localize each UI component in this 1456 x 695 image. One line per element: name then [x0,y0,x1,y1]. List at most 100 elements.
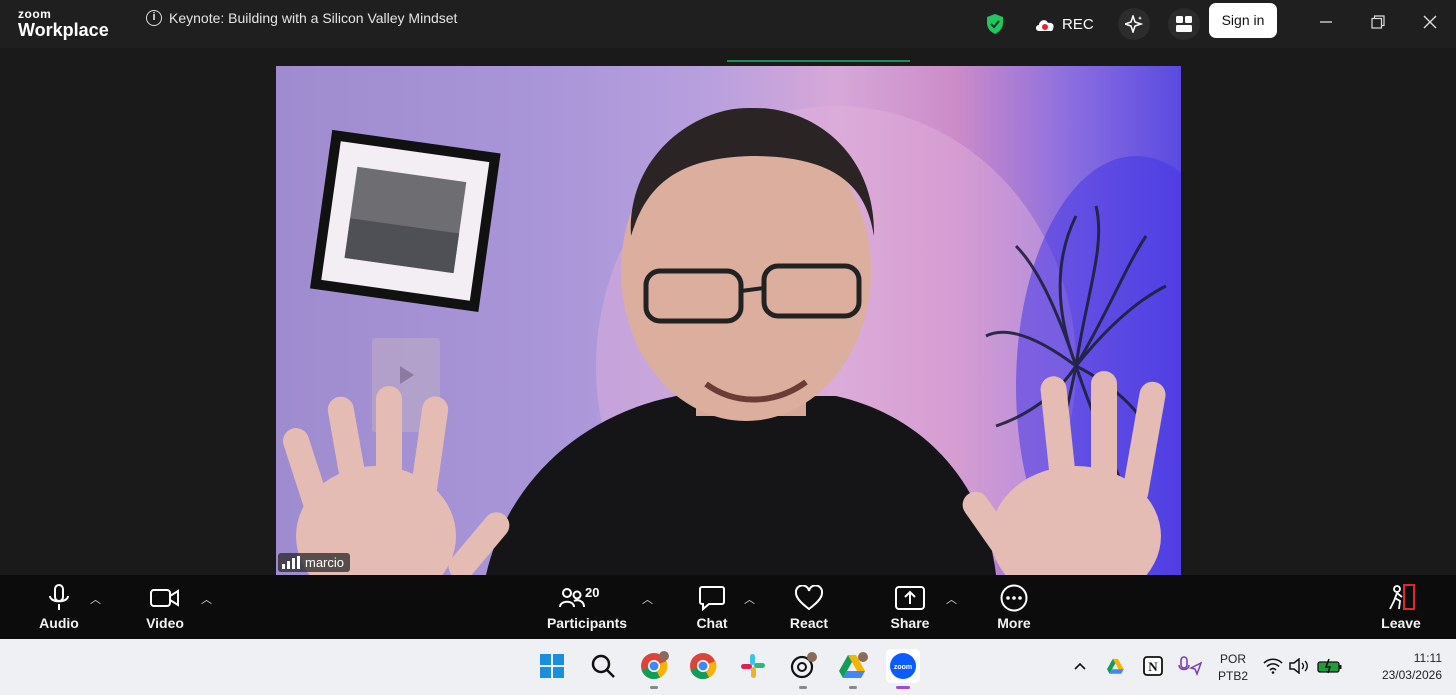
chevron-up-icon [1074,662,1086,670]
react-label: React [789,615,829,631]
quick-settings-tray[interactable] [1262,649,1344,683]
participant-name-tag: marcio [278,553,351,572]
taskbar-chrome-profile-2[interactable] [686,649,720,683]
language-code: POR [1219,652,1246,666]
participants-icon [559,588,585,608]
running-indicator [799,686,807,689]
more-button[interactable]: More [974,583,1054,631]
participant-video[interactable]: marcio [276,66,1181,575]
tray-notion[interactable]: N [1140,649,1166,683]
leave-door-icon [1386,583,1416,613]
restore-icon [1371,15,1385,29]
running-indicator [849,686,857,689]
leave-label: Leave [1381,615,1421,631]
minimize-icon [1320,21,1332,23]
mic-send-icon [1178,656,1202,676]
volume-icon [1289,658,1308,674]
taskbar-slack[interactable] [736,649,770,683]
sparkle-icon [1125,15,1143,33]
google-drive-icon [1107,658,1124,674]
participants-button[interactable]: 20 Participants [547,583,627,631]
taskbar-search-button[interactable] [586,649,620,683]
chat-label: Chat [696,615,728,631]
heart-icon [795,583,823,613]
chatgpt-icon [790,652,817,679]
video-options-chevron-icon[interactable]: ︿ [201,591,212,607]
audio-button[interactable]: Audio [19,583,99,631]
meeting-controls: Audio ︿ Video ︿ 20 Participants ︿ Chat ︿… [0,575,1456,639]
participants-icon-wrap: 20 [557,583,617,613]
battery-charging-icon [1317,658,1342,674]
participants-label: Participants [546,615,628,631]
microphone-icon [48,583,70,613]
apps-button[interactable] [1168,0,1200,48]
taskbar-google-drive[interactable] [836,649,870,689]
apps-grid-icon [1176,16,1192,32]
minimize-button[interactable] [1312,10,1340,34]
share-screen-icon [895,583,925,613]
more-dots-icon [1000,583,1028,613]
logo-text-top: zoom [18,7,52,21]
meeting-info[interactable]: i Keynote: Building with a Silicon Valle… [146,10,457,26]
windows-logo-icon [540,654,564,678]
more-label: More [997,615,1031,631]
connection-signal-icon [282,555,300,569]
taskbar-clock[interactable]: 11:11 23/03/2026 [1358,650,1442,684]
google-drive-icon [839,652,868,678]
notion-icon: N [1143,656,1163,676]
clock-time: 11:11 [1413,651,1442,665]
react-button[interactable]: React [769,583,849,631]
sign-in-button[interactable]: Sign in [1209,3,1277,38]
svg-text:N: N [1148,659,1158,674]
meeting-title: Keynote: Building with a Silicon Valley … [169,10,458,26]
leave-button[interactable]: Leave [1361,583,1441,631]
chrome-icon [641,651,669,680]
meeting-stage: marcio [0,48,1456,575]
title-bar: zoom Workplace i Keynote: Building with … [0,0,1456,48]
video-label: Video [146,615,184,631]
logo-text-bottom: Workplace [18,20,109,40]
chat-options-chevron-icon[interactable]: ︿ [744,591,755,607]
participant-name: marcio [305,555,345,570]
show-hidden-icons-button[interactable] [1068,649,1092,683]
tray-mic-send[interactable] [1176,649,1204,683]
encryption-shield-icon[interactable] [985,0,1005,48]
restore-button[interactable] [1364,10,1392,34]
audio-options-chevron-icon[interactable]: ︿ [90,591,101,607]
svg-text:zoom: zoom [894,664,912,671]
active-app-indicator [896,686,910,689]
chrome-icon [690,653,717,680]
keyboard-layout: PTB2 [1217,669,1248,683]
chat-button[interactable]: Chat [672,583,752,631]
video-camera-icon [150,583,180,613]
running-indicator [650,686,658,689]
video-button[interactable]: Video [125,583,205,631]
windows-taskbar: zoom N POR PTB2 11:11 23/03/2026 [0,639,1456,695]
share-options-chevron-icon[interactable]: ︿ [946,591,957,607]
audio-label: Audio [39,615,79,631]
video-scene [283,106,1181,575]
clock-date: 23/03/2026 [1381,668,1442,682]
search-icon [591,654,615,678]
share-button[interactable]: Share [870,583,950,631]
windows-start-button[interactable] [535,649,569,683]
info-icon[interactable]: i [146,10,162,26]
active-speaker-indicator [727,60,910,62]
ai-companion-button[interactable] [1118,0,1150,48]
record-button[interactable]: REC [1034,0,1094,48]
share-label: Share [890,615,930,631]
zoom-workplace-logo: zoom Workplace [18,8,109,39]
close-icon [1423,15,1437,29]
chat-bubble-icon [699,583,725,613]
wifi-icon [1263,658,1283,674]
taskbar-chatgpt[interactable] [786,649,820,689]
rec-label: REC [1062,15,1094,33]
participants-options-chevron-icon[interactable]: ︿ [642,591,653,607]
taskbar-zoom[interactable]: zoom [886,649,920,689]
tray-google-drive[interactable] [1103,649,1129,683]
input-language-indicator[interactable]: POR PTB2 [1216,651,1250,685]
cloud-record-icon [1036,20,1054,31]
zoom-app-icon: zoom [890,653,916,679]
taskbar-chrome-profile-1[interactable] [637,649,671,689]
close-button[interactable] [1416,10,1444,34]
